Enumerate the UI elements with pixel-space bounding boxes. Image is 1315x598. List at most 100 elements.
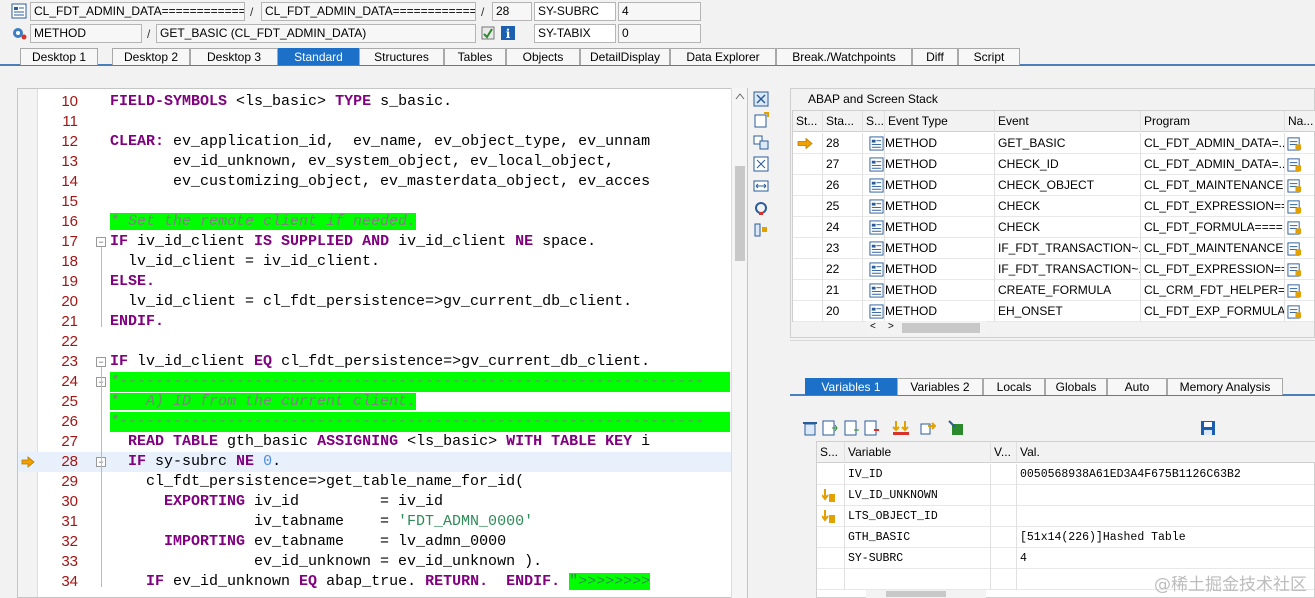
stack-navigate-cell[interactable]	[1285, 133, 1315, 154]
insert-row-icon[interactable]	[822, 420, 838, 436]
code-line[interactable]: 31 iv_tabname = 'FDT_ADMN_0000'	[18, 512, 731, 532]
code-line[interactable]: 30 EXPORTING iv_id = iv_id	[18, 492, 731, 512]
event-field[interactable]: GET_BASIC (CL_FDT_ADMIN_DATA)	[156, 24, 476, 43]
code-line[interactable]: 18 lv_id_client = iv_id_client.	[18, 252, 731, 272]
sysvar-value-field-2[interactable]: 0	[618, 24, 701, 43]
code-line[interactable]: 16 * Set the remote client if needed.	[18, 212, 731, 232]
stack-navigate-cell[interactable]	[1285, 259, 1315, 280]
scroll-up-icon[interactable]	[735, 92, 745, 100]
variable-name-cell[interactable]	[845, 569, 991, 590]
variable-name-cell[interactable]: IV_ID	[845, 464, 991, 485]
stack-navigate-cell[interactable]	[1285, 280, 1315, 301]
code-line[interactable]: 34 IF ev_id_unknown EQ abap_true. RETURN…	[18, 572, 731, 592]
col-var-status[interactable]: S...	[817, 442, 845, 463]
close-view-icon[interactable]	[753, 91, 769, 107]
tab-structures[interactable]: Structures	[359, 48, 444, 65]
variable-value-cell[interactable]: [51x14(226)]Hashed Table	[1017, 527, 1315, 548]
code-line[interactable]: 25 * A) ID from the current client.	[18, 392, 731, 412]
services-icon[interactable]	[753, 200, 769, 216]
col-navigate[interactable]: Na...	[1285, 111, 1315, 132]
navigate-source-icon[interactable]	[1287, 241, 1302, 256]
tab-objects[interactable]: Objects	[506, 48, 580, 65]
stack-navigate-cell[interactable]	[1285, 196, 1315, 217]
hscroll-thumb[interactable]	[902, 323, 980, 333]
col-event-type[interactable]: Event Type	[885, 111, 995, 132]
tab-data-explorer[interactable]: Data Explorer	[670, 48, 776, 65]
code-line[interactable]: 26 *-------------------------------------…	[18, 412, 731, 432]
code-line[interactable]: 15	[18, 192, 731, 212]
sysvar-name-field-2[interactable]: SY-TABIX	[534, 24, 616, 43]
col-variable[interactable]: Variable	[845, 442, 991, 463]
code-line[interactable]: 13 ev_id_unknown, ev_system_object, ev_l…	[18, 152, 731, 172]
code-line[interactable]: 11	[18, 112, 731, 132]
navigate-source-icon[interactable]	[1287, 283, 1302, 298]
tab-detaildisplay[interactable]: DetailDisplay	[580, 48, 670, 65]
code-line[interactable]: 29 cl_fdt_persistence=>get_table_name_fo…	[18, 472, 731, 492]
code-line[interactable]: 32 IMPORTING ev_tabname = lv_admn_0000	[18, 532, 731, 552]
open-variable-icon[interactable]	[948, 420, 964, 436]
navigate-source-icon[interactable]	[1287, 304, 1302, 319]
line-number-field[interactable]: 28	[492, 2, 532, 21]
variables-horizontal-scrollbar[interactable]	[866, 590, 986, 598]
code-line[interactable]: 27 READ TABLE gth_basic ASSIGNING <ls_ba…	[18, 432, 731, 452]
replace-tool-icon[interactable]	[753, 134, 769, 150]
code-line[interactable]: 33 ev_id_unknown = ev_id_unknown ).	[18, 552, 731, 572]
save-icon[interactable]	[1200, 420, 1216, 436]
delete-icon[interactable]	[802, 420, 818, 436]
col-value[interactable]: Val.	[1017, 442, 1315, 463]
variable-row[interactable]: SY-SUBRC 4	[817, 548, 1314, 569]
variable-value-cell[interactable]	[1017, 485, 1315, 506]
stack-navigate-cell[interactable]	[1285, 175, 1315, 196]
transfer-icon[interactable]	[920, 420, 936, 436]
append-row-icon[interactable]	[844, 420, 860, 436]
info-icon[interactable]: i	[500, 25, 516, 41]
stack-row[interactable]: 23 METHOD IF_FDT_TRANSACTION~... CL_FDT_MAI…	[793, 238, 1314, 259]
tab-desktop-1[interactable]: Desktop 1	[20, 48, 98, 65]
code-line[interactable]: 23 − IF lv_id_client EQ cl_fdt_persistence…	[18, 352, 731, 372]
variable-name-cell[interactable]: GTH_BASIC	[845, 527, 991, 548]
code-line[interactable]: 10 FIELD-SYMBOLS <ls_basic> TYPE s_basic.	[18, 92, 731, 112]
tab-globals[interactable]: Globals	[1045, 378, 1107, 395]
variable-row[interactable]: LV_ID_UNKNOWN	[817, 485, 1314, 506]
hscroll-thumb[interactable]	[886, 591, 946, 597]
stack-row[interactable]: 20 METHOD EH_ONSETCL_FDT_EXP_FORMULAV...	[793, 301, 1314, 322]
code-line[interactable]: 14 ev_customizing_object, ev_masterdata_…	[18, 172, 731, 192]
scroll-thumb[interactable]	[735, 166, 745, 261]
move-rows-icon[interactable]	[892, 420, 910, 436]
variable-value-cell[interactable]: 0050568938A61ED3A4F675B1126C63B2	[1017, 464, 1315, 485]
col-screen[interactable]: S...	[863, 111, 885, 132]
tab-memory-analysis[interactable]: Memory Analysis	[1167, 378, 1283, 395]
navigate-source-icon[interactable]	[1287, 220, 1302, 235]
stack-navigate-cell[interactable]	[1285, 217, 1315, 238]
editor-vertical-scrollbar[interactable]	[731, 88, 747, 598]
col-event[interactable]: Event	[995, 111, 1141, 132]
tab-tables[interactable]: Tables	[444, 48, 506, 65]
delete-row-icon[interactable]	[864, 420, 880, 436]
new-tool-icon[interactable]	[753, 112, 769, 128]
tab-break-watchpoints[interactable]: Break./Watchpoints	[776, 48, 912, 65]
code-line[interactable]: 22	[18, 332, 731, 352]
scroll-right-icon[interactable]: >	[888, 321, 894, 332]
variable-row[interactable]: LTS_OBJECT_ID	[817, 506, 1314, 527]
navigate-source-icon[interactable]	[1287, 262, 1302, 277]
col-program[interactable]: Program	[1141, 111, 1285, 132]
tool-settings-icon[interactable]	[753, 222, 769, 238]
variable-name-cell[interactable]: LV_ID_UNKNOWN	[845, 485, 991, 506]
code-line[interactable]: 24−*------------------------------------…	[18, 372, 731, 392]
code-line[interactable]: 17 − IF iv_id_client IS SUPPLIED AND iv_id…	[18, 232, 731, 252]
stack-row[interactable]: 24 METHOD CHECK CL_FDT_FORMULA====...	[793, 217, 1314, 238]
stack-horizontal-scrollbar[interactable]: < >	[866, 321, 986, 335]
stack-navigate-cell[interactable]	[1285, 154, 1315, 175]
panel-splitter[interactable]	[790, 340, 1315, 366]
variable-name-cell[interactable]: SY-SUBRC	[845, 548, 991, 569]
stack-row[interactable]: 26 METHOD CHECK_OBJECT CL_FDT_MAINTENANCE..…	[793, 175, 1314, 196]
tab-variables-2[interactable]: Variables 2	[897, 378, 983, 395]
stack-navigate-cell[interactable]	[1285, 301, 1315, 322]
variable-row[interactable]: GTH_BASIC [51x14(226)]Hashed Table	[817, 527, 1314, 548]
navigate-source-icon[interactable]	[1287, 136, 1302, 151]
navigate-source-icon[interactable]	[1287, 199, 1302, 214]
source-editor[interactable]: 10 FIELD-SYMBOLS <ls_basic> TYPE s_basic.…	[17, 88, 748, 598]
tab-auto[interactable]: Auto	[1107, 378, 1167, 395]
stack-row[interactable]: 25 METHOD CHECK CL_FDT_EXPRESSION==...	[793, 196, 1314, 217]
tab-desktop-3[interactable]: Desktop 3	[190, 48, 278, 65]
